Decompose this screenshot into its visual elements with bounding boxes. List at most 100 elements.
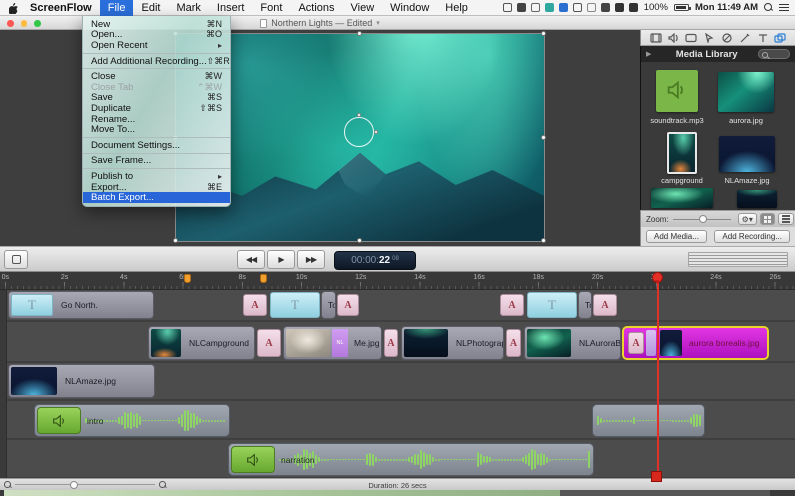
clip-nlphotograp[interactable]: NLPhotograp [401,326,504,360]
audio-clip[interactable] [592,404,705,437]
menu-item-save[interactable]: Save⌘S [83,93,230,104]
audio-clip-narration[interactable]: narration [228,443,594,476]
selection-handle[interactable] [357,31,362,36]
menu-item-rename[interactable]: Rename... [83,114,230,125]
control-dot[interactable] [374,130,378,134]
text-style-clip[interactable]: T [270,292,320,318]
menu-actions[interactable]: Actions [290,0,342,16]
menu-item-open-recent[interactable]: Open Recent▸ [83,40,230,51]
media-item[interactable] [651,188,713,208]
teal-app-icon[interactable] [545,3,554,12]
clip-me-jpg[interactable]: NLMe.jpg [283,326,382,360]
video-props-icon[interactable] [649,32,662,43]
media-item-aurora-jpg[interactable] [718,72,774,112]
transition-clip[interactable]: A [628,332,644,354]
transition-clip[interactable]: A [337,294,359,316]
media-zoom-slider[interactable] [673,219,731,220]
volume-icon[interactable] [629,3,638,12]
menu-view[interactable]: View [343,0,383,16]
timeline-ruler[interactable]: 0s2s4s6s8s10s12s14s16s18s20s22s24s26s [0,272,795,290]
transition-clip[interactable]: A [500,294,524,316]
transition-clip[interactable]: A [243,294,267,316]
menu-item-duplicate[interactable]: Duplicate⇧⌘S [83,103,230,114]
rewind-button[interactable]: ◀◀ [237,250,265,269]
menu-insert[interactable]: Insert [209,0,253,16]
cursor-icon[interactable] [703,32,716,43]
menu-window[interactable]: Window [382,0,437,16]
menu-item-move-to[interactable]: Move To... [83,124,230,135]
spotlight-icon[interactable] [764,3,773,12]
transition-clip[interactable]: A [257,329,281,357]
clip-to[interactable]: To [578,291,592,319]
clip-nlcampground[interactable]: NLCampground [148,326,255,360]
playhead-pin[interactable] [652,272,662,283]
title-chevron-icon[interactable]: ▾ [376,19,380,27]
text-style-clip[interactable]: T [527,292,577,318]
camera-icon[interactable] [503,3,512,12]
grid-view-button[interactable] [760,213,775,225]
fast-forward-button[interactable]: ▶▶ [297,250,325,269]
annotations-icon[interactable] [738,32,751,43]
menu-item-close[interactable]: Close⌘W [83,71,230,82]
menu-item-add-additional-recording[interactable]: Add Additional Recording...⇧⌘R [83,56,230,67]
bluetooth-icon[interactable] [601,3,610,12]
control-dot[interactable] [357,113,361,117]
selected-clip-aurora-borealis[interactable]: Aaurora borealis.jpg [622,326,769,360]
menu-item-save-frame[interactable]: Save Frame... [83,156,230,167]
menu-help[interactable]: Help [437,0,476,16]
menu-edit[interactable]: Edit [133,0,168,16]
notification-center-icon[interactable] [779,4,789,12]
selection-handle[interactable] [541,31,546,36]
clip-nlaurorabo[interactable]: NLAuroraBo [524,326,621,360]
apple-menu-icon[interactable] [4,1,22,14]
clip-go-north[interactable]: TGo North. [8,291,154,319]
center-control-circle[interactable] [344,117,374,147]
blue-app-icon[interactable] [559,3,568,12]
wifi-icon[interactable] [615,3,624,12]
playhead-handle[interactable] [651,471,662,482]
timeline-marker-icon[interactable] [184,274,191,283]
text-props-icon[interactable] [756,32,769,43]
media-library-icon[interactable] [774,32,787,43]
timeline-marker-icon[interactable] [260,274,267,283]
menu-font[interactable]: Font [252,0,290,16]
playhead-line[interactable] [657,272,659,478]
list-view-button[interactable] [778,213,794,225]
transition-clip[interactable]: A [506,329,521,357]
media-item[interactable] [737,190,777,208]
disclosure-triangle-icon[interactable]: ▶ [646,50,651,58]
menu-mark[interactable]: Mark [168,0,208,16]
menu-item-open[interactable]: Open...⌘O [83,30,230,41]
audio-clip-intro[interactable]: intro [34,404,230,437]
menu-item-export[interactable]: Export...⌘E [83,182,230,193]
selection-handle[interactable] [541,238,546,243]
menu-item-new[interactable]: New⌘N [83,19,230,30]
clip-to[interactable]: To [321,291,336,319]
selection-handle[interactable] [357,238,362,243]
canvas-tool-button[interactable] [4,250,28,269]
transition-clip[interactable]: A [593,294,617,316]
media-action-gear-button[interactable]: ⚙▾ [738,213,757,225]
selection-handle[interactable] [173,238,178,243]
media-item-soundtrack-mp3[interactable] [656,70,698,112]
display-icon[interactable] [573,3,582,12]
screen-recording-icon[interactable] [685,32,698,43]
play-button[interactable]: ▶ [267,250,295,269]
media-item-campground[interactable] [667,132,697,174]
clip-nlamaze-jpg[interactable]: NLAmaze.jpg [8,364,155,398]
notes-icon[interactable] [517,3,526,12]
selection-handle[interactable] [541,135,546,140]
menu-item-batch-export[interactable]: Batch Export... [83,192,230,203]
menu-file[interactable]: File [100,0,134,16]
transition-clip[interactable]: A [384,329,398,357]
swirl-icon[interactable] [531,3,540,12]
audio-props-icon[interactable] [667,32,680,43]
menu-item-publish-to[interactable]: Publish to▸ [83,171,230,182]
menu-screenflow[interactable]: ScreenFlow [22,0,100,16]
clock-icon[interactable] [587,3,596,12]
media-item-nlamaze-jpg[interactable] [719,136,775,172]
media-search-input[interactable] [758,49,790,59]
callout-icon[interactable] [720,32,733,43]
add-recording-button[interactable]: Add Recording... [714,230,790,243]
add-media-button[interactable]: Add Media... [646,230,707,243]
